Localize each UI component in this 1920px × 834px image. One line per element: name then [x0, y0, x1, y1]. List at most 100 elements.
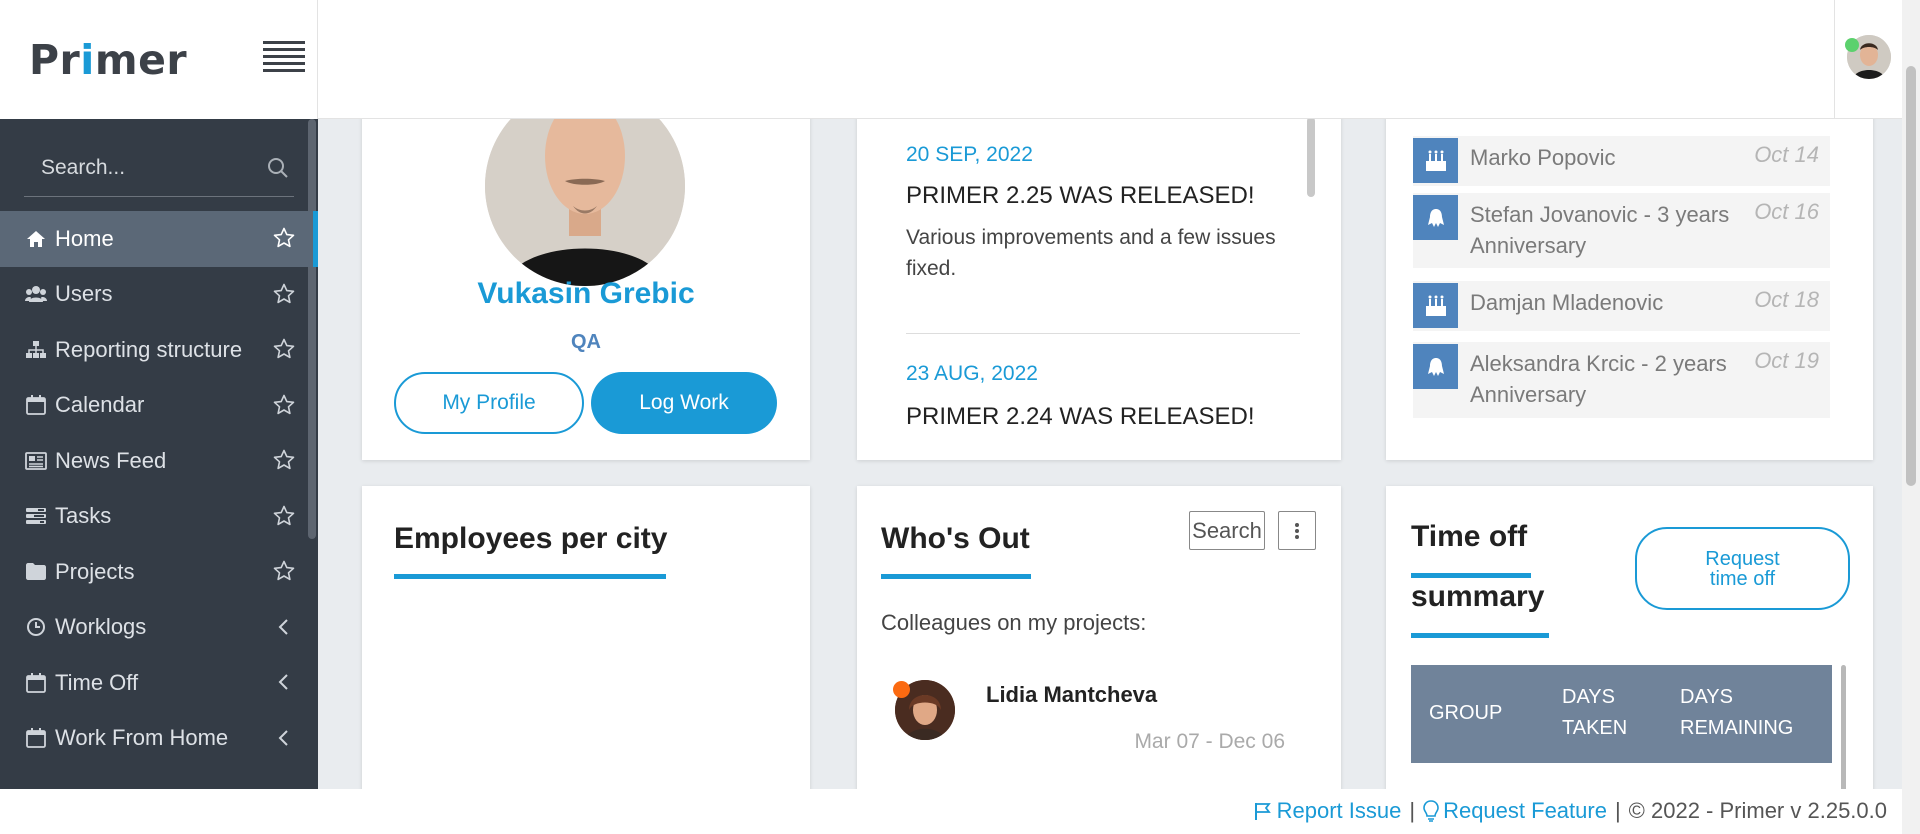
clock-icon [25, 616, 47, 638]
star-icon[interactable] [272, 282, 296, 306]
online-status-dot [1845, 38, 1859, 52]
whos-out-search-button[interactable]: Search [1189, 511, 1265, 550]
footer: Report Issue | Request Feature | © 2022 … [0, 789, 1902, 834]
sidebar-item-label: Worklogs [55, 614, 147, 640]
celebration-name: Aleksandra Krcic - 2 years Anniversary [1470, 351, 1727, 407]
news-title[interactable]: PRIMER 2.25 WAS RELEASED! [906, 182, 1255, 210]
request-time-off-button[interactable]: Request time off [1635, 527, 1850, 610]
sidebar-item-label: Users [55, 281, 113, 307]
sidebar-item-projects[interactable]: Projects [0, 544, 318, 600]
my-profile-button[interactable]: My Profile [394, 372, 584, 434]
button-label: Request [1705, 547, 1780, 570]
sidebar-item-time-off[interactable]: Time Off [0, 655, 318, 711]
birthday-cake-icon [1413, 138, 1458, 183]
title-underline [1411, 633, 1549, 638]
sidebar-item-work-from-home[interactable]: Work From Home [0, 711, 318, 767]
title-underline [394, 574, 666, 579]
table-scrollbar[interactable] [1841, 665, 1846, 795]
newspaper-icon [25, 450, 47, 472]
time-off-table-header: GROUP DAYS TAKEN DAYS REMAINING [1411, 665, 1832, 763]
sidebar-item-users[interactable]: Users [0, 267, 318, 323]
column-header: DAYS REMAINING [1680, 686, 1794, 739]
user-menu[interactable] [1834, 0, 1902, 119]
star-icon[interactable] [272, 393, 296, 417]
news-date: 20 SEP, 2022 [906, 143, 1033, 166]
sidebar-item-tasks[interactable]: Tasks [0, 489, 318, 545]
more-options-icon[interactable] [1278, 511, 1316, 550]
birthday-cake-icon [1413, 283, 1458, 328]
star-icon[interactable] [272, 448, 296, 472]
search-icon[interactable] [266, 156, 290, 180]
star-icon[interactable] [272, 559, 296, 583]
flag-icon [1254, 803, 1271, 820]
sidebar-item-home[interactable]: Home [0, 211, 318, 267]
celebration-date: Oct 14 [1754, 142, 1819, 167]
chevron-left-icon[interactable] [272, 670, 296, 694]
celebration-name: Marko Popovic [1470, 145, 1616, 170]
copyright: © 2022 - Primer v 2.25.0.0 [1628, 798, 1887, 823]
column-header: DAYS TAKEN [1562, 686, 1628, 739]
news-feed-card: 20 SEP, 2022 PRIMER 2.25 WAS RELEASED! V… [857, 100, 1341, 460]
profile-name[interactable]: Vukasin Grebic [362, 277, 810, 311]
sidebar-item-label: Time Off [55, 669, 139, 695]
hamburger-menu-icon[interactable] [263, 41, 305, 73]
folder-icon [25, 561, 47, 583]
sidebar-item-worklogs[interactable]: Worklogs [0, 600, 318, 656]
app-logo[interactable]: Primer [29, 36, 187, 84]
sidebar-item-reporting-structure[interactable]: Reporting structure [0, 322, 318, 378]
sidebar-item-label: Reporting structure [55, 336, 243, 362]
column-header: GROUP [1429, 702, 1503, 724]
chevron-left-icon[interactable] [272, 615, 296, 639]
sidebar-item-label: Tasks [55, 503, 112, 529]
employees-per-city-card: Employees per city [362, 486, 810, 806]
colleague-name[interactable]: Lidia Mantcheva [986, 682, 1157, 708]
celebrations-card: Marko Popovic Oct 14 Stefan Jovanovic - … [1386, 100, 1873, 460]
star-icon[interactable] [272, 226, 296, 250]
colleagues-label: Colleagues on my projects: [881, 610, 1147, 635]
title-underline [881, 574, 1031, 579]
profile-role: QA [571, 331, 601, 353]
calendar-icon [25, 727, 47, 749]
sidebar: Home Users Reporting structure Calendar … [0, 119, 318, 789]
list-item: Stefan Jovanovic - 3 years Anniversary O… [1413, 193, 1830, 268]
sidebar-item-label: Calendar [55, 392, 145, 418]
card-title: Time off [1411, 520, 1528, 553]
status-dot [893, 681, 910, 698]
top-bar [318, 0, 1902, 119]
page-scrollbar-thumb[interactable] [1906, 66, 1916, 486]
card-title: Employees per city [394, 522, 668, 555]
news-scrollbar[interactable] [1307, 117, 1315, 197]
sidebar-nav: Home Users Reporting structure Calendar … [0, 211, 318, 766]
calendar-icon [25, 672, 47, 694]
news-title[interactable]: PRIMER 2.24 WAS RELEASED! [906, 403, 1255, 431]
footer-separator: | [1409, 798, 1416, 823]
request-feature-link[interactable]: Request Feature [1423, 798, 1607, 824]
celebration-name: Stefan Jovanovic - 3 years Anniversary [1470, 202, 1730, 258]
sitemap-icon [25, 339, 47, 361]
news-body: Various improvements and a few issues fi… [906, 226, 1276, 280]
celebration-name: Damjan Mladenovic [1470, 290, 1664, 315]
title-underline [1411, 573, 1531, 578]
celebration-date: Oct 19 [1754, 348, 1819, 373]
calendar-icon [25, 394, 47, 416]
chevron-left-icon[interactable] [272, 726, 296, 750]
celebration-date: Oct 16 [1754, 199, 1819, 224]
news-date: 23 AUG, 2022 [906, 362, 1038, 385]
sidebar-item-calendar[interactable]: Calendar [0, 378, 318, 434]
news-divider [906, 333, 1300, 334]
sidebar-search [24, 137, 294, 197]
anniversary-icon [1413, 195, 1458, 240]
page-scrollbar[interactable] [1902, 0, 1920, 834]
whos-out-card: Who's Out Search Colleagues on my projec… [857, 486, 1341, 806]
sidebar-item-label: Projects [55, 558, 135, 584]
log-work-button[interactable]: Log Work [591, 372, 777, 434]
sidebar-item-news-feed[interactable]: News Feed [0, 433, 318, 489]
lightbulb-icon [1423, 800, 1439, 822]
star-icon[interactable] [272, 337, 296, 361]
sidebar-search-input[interactable] [41, 153, 261, 183]
report-issue-link[interactable]: Report Issue [1253, 798, 1401, 824]
time-off-summary-card: Time off summary Request time off GROUP … [1386, 486, 1873, 806]
list-item: Marko Popovic Oct 14 [1413, 136, 1830, 186]
star-icon[interactable] [272, 504, 296, 528]
home-icon [25, 228, 47, 250]
